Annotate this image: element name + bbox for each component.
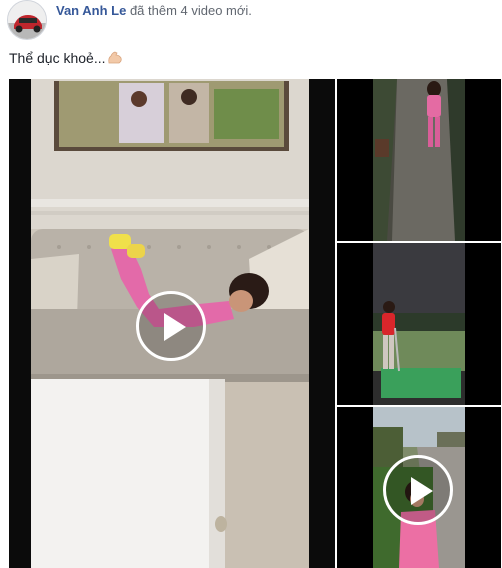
author-name[interactable]: Van Anh Le (56, 3, 126, 18)
post-header: Van Anh Le đã thêm 4 video mới. (56, 3, 252, 18)
avatar[interactable] (7, 0, 47, 40)
flexed-biceps-icon (107, 51, 123, 65)
play-icon (164, 313, 186, 341)
video-thumbnail-1[interactable] (337, 79, 501, 241)
thumbnail-3-play-button[interactable] (383, 455, 453, 525)
main-video[interactable] (9, 79, 335, 568)
post-action-text: đã thêm 4 video mới. (129, 3, 252, 18)
play-icon (411, 477, 433, 505)
video-thumbnail-2-frame (337, 243, 501, 405)
main-video-play-button[interactable] (136, 291, 206, 361)
post-caption: Thể dục khoẻ... (9, 50, 123, 66)
avatar-image (8, 1, 46, 39)
video-thumbnail-3[interactable] (337, 407, 501, 568)
video-thumbnail-1-frame (337, 79, 501, 241)
caption-text: Thể dục khoẻ... (9, 50, 106, 66)
video-thumbnail-2[interactable] (337, 243, 501, 405)
